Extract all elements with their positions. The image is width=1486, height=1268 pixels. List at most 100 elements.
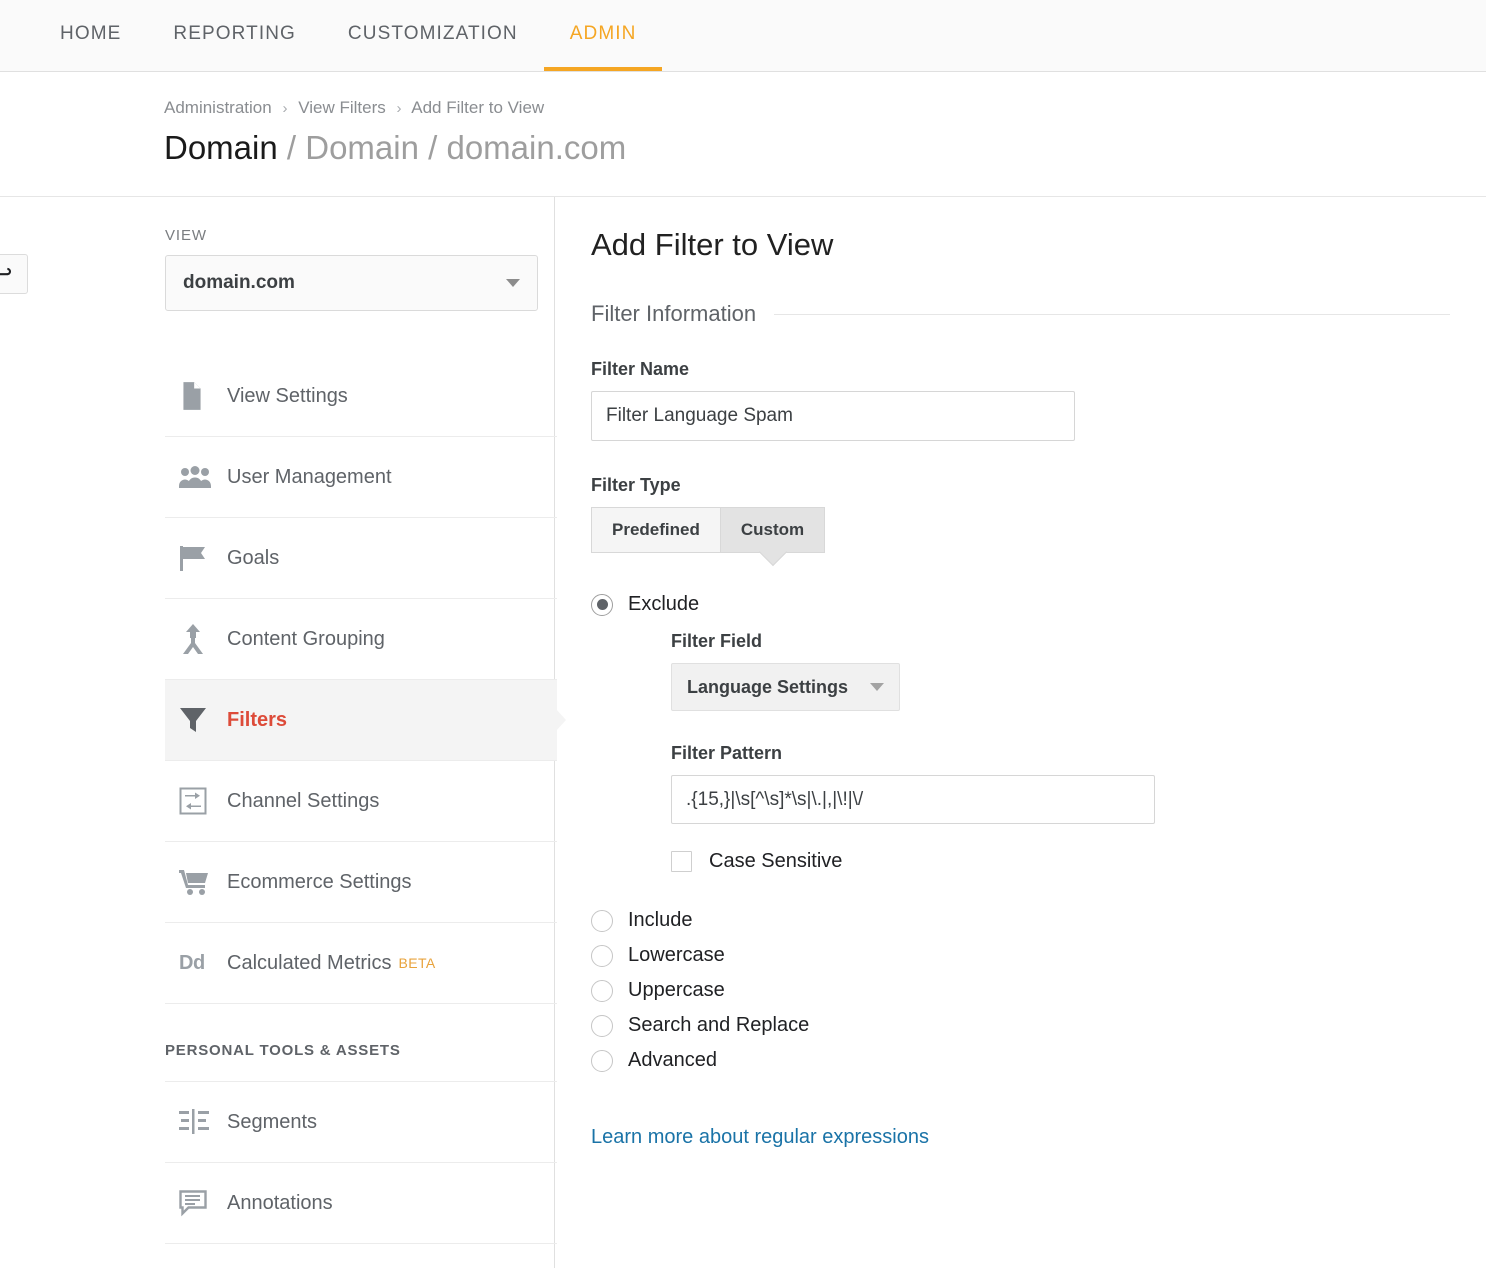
dd-icon: Dd (179, 952, 227, 975)
sidebar-item-view-settings[interactable]: View Settings (165, 356, 557, 437)
page-title-sep-2: / (428, 129, 437, 166)
nav-tab-reporting-label: REPORTING (173, 23, 296, 45)
sidebar-item-label: View Settings (227, 385, 348, 408)
radio-advanced-label: Advanced (628, 1049, 717, 1072)
radio-lowercase-label: Lowercase (628, 944, 725, 967)
sidebar-item-label: Ecommerce Settings (227, 871, 412, 894)
content-grouping-icon (179, 624, 227, 654)
nav-tab-customization-label: CUSTOMIZATION (348, 23, 518, 45)
breadcrumb-item-view-filters[interactable]: View Filters (298, 98, 386, 117)
radio-uppercase-indicator (591, 980, 613, 1002)
case-sensitive-checkbox[interactable] (671, 851, 692, 872)
sidebar-item-ecommerce-settings[interactable]: Ecommerce Settings (165, 842, 557, 923)
learn-more-regex-link[interactable]: Learn more about regular expressions (591, 1126, 929, 1149)
filter-field-value: Language Settings (687, 677, 848, 698)
sidebar-item-content-grouping[interactable]: Content Grouping (165, 599, 557, 680)
view-select-value: domain.com (183, 272, 295, 294)
segments-icon (179, 1109, 227, 1135)
filter-type-label: Filter Type (591, 475, 1486, 496)
sidebar-item-label: Annotations (227, 1192, 333, 1215)
beta-badge: BETA (399, 955, 436, 971)
breadcrumb: Administration › View Filters › Add Filt… (164, 98, 1486, 118)
page-title: Domain / Domain / domain.com (164, 128, 1486, 168)
filter-name-input[interactable] (591, 391, 1075, 441)
case-sensitive-checkbox-row[interactable]: Case Sensitive (671, 850, 1486, 873)
filter-pattern-input[interactable] (671, 775, 1155, 824)
left-rail: ↩ (0, 197, 92, 1268)
nav-tab-customization[interactable]: CUSTOMIZATION (322, 0, 544, 71)
filter-pattern-label: Filter Pattern (671, 743, 1486, 764)
radio-search-and-replace-label: Search and Replace (628, 1014, 809, 1037)
radio-search-and-replace-indicator (591, 1015, 613, 1037)
admin-menu-list: View Settings User Management Goals (165, 356, 557, 1244)
funnel-icon (179, 706, 227, 734)
radio-include-indicator (591, 910, 613, 932)
sidebar-item-annotations[interactable]: Annotations (165, 1163, 557, 1244)
sidebar-item-label: Calculated Metrics (227, 952, 392, 975)
back-arrow-icon[interactable]: ↩ (0, 254, 28, 294)
radio-uppercase-label: Uppercase (628, 979, 725, 1002)
sidebar-item-goals[interactable]: Goals (165, 518, 557, 599)
nav-tab-reporting[interactable]: REPORTING (147, 0, 322, 71)
nav-tab-admin-label: ADMIN (570, 23, 637, 45)
sidebar-item-label: Filters (227, 709, 287, 732)
nav-tab-home-label: HOME (60, 23, 121, 45)
radio-option-advanced[interactable]: Advanced (591, 1049, 1486, 1072)
sidebar-item-label: Content Grouping (227, 628, 385, 651)
sidebar-item-user-management[interactable]: User Management (165, 437, 557, 518)
sidebar-item-label: User Management (227, 466, 392, 489)
tab-custom[interactable]: Custom (721, 507, 825, 553)
top-navigation-bar: HOME REPORTING CUSTOMIZATION ADMIN (0, 0, 1486, 72)
shopping-cart-icon (179, 868, 227, 896)
chevron-down-icon (506, 279, 520, 287)
section-divider (774, 314, 1450, 315)
radio-option-exclude[interactable]: Exclude (591, 593, 1486, 616)
case-sensitive-label: Case Sensitive (709, 850, 842, 873)
main-content-panel: Add Filter to View Filter Information Fi… (555, 197, 1486, 1268)
sidebar-item-label: Goals (227, 547, 279, 570)
radio-option-uppercase[interactable]: Uppercase (591, 979, 1486, 1002)
radio-lowercase-indicator (591, 945, 613, 967)
main-page-title: Add Filter to View (591, 227, 1486, 263)
tab-predefined[interactable]: Predefined (591, 507, 721, 553)
nav-tab-admin[interactable]: ADMIN (544, 0, 663, 71)
sidebar-item-segments[interactable]: Segments (165, 1082, 557, 1163)
page-title-property: Domain (305, 129, 419, 166)
admin-sidebar: VIEW domain.com View Settings User Manag… (92, 197, 555, 1268)
tab-custom-label: Custom (741, 520, 804, 540)
annotation-icon (179, 1189, 227, 1217)
sidebar-item-filters[interactable]: Filters (165, 680, 557, 761)
radio-advanced-indicator (591, 1050, 613, 1072)
nav-tab-home[interactable]: HOME (34, 0, 147, 71)
filter-information-section-header: Filter Information (591, 301, 1486, 327)
document-icon (179, 381, 227, 411)
filter-field-dropdown[interactable]: Language Settings (671, 663, 900, 711)
breadcrumb-item-add-filter-to-view[interactable]: Add Filter to View (411, 98, 544, 117)
breadcrumb-separator-icon: › (396, 100, 401, 117)
exclude-options-group: Filter Field Language Settings Filter Pa… (591, 631, 1486, 873)
sidebar-item-label: Channel Settings (227, 790, 379, 813)
back-arrow-glyph: ↩ (0, 262, 12, 287)
breadcrumb-item-administration[interactable]: Administration (164, 98, 272, 117)
channel-settings-icon (179, 787, 227, 815)
chevron-down-icon (870, 683, 884, 691)
radio-option-search-and-replace[interactable]: Search and Replace (591, 1014, 1486, 1037)
people-icon (179, 466, 227, 488)
breadcrumb-separator-icon: › (282, 100, 287, 117)
radio-exclude-indicator (591, 594, 613, 616)
page-body: ↩ VIEW domain.com View Settings User Man… (0, 197, 1486, 1268)
radio-option-include[interactable]: Include (591, 909, 1486, 932)
tab-predefined-label: Predefined (612, 520, 700, 540)
view-select-dropdown[interactable]: domain.com (165, 255, 538, 311)
filter-information-label: Filter Information (591, 301, 756, 327)
sidebar-item-calculated-metrics[interactable]: Dd Calculated Metrics BETA (165, 923, 557, 1004)
radio-exclude-label: Exclude (628, 593, 699, 616)
filter-field-label: Filter Field (671, 631, 1486, 652)
sidebar-section-personal-tools: PERSONAL TOOLS & ASSETS (165, 1042, 557, 1082)
page-title-sep-1: / (287, 129, 296, 166)
sidebar-item-channel-settings[interactable]: Channel Settings (165, 761, 557, 842)
radio-option-lowercase[interactable]: Lowercase (591, 944, 1486, 967)
sidebar-item-label: Segments (227, 1111, 317, 1134)
view-section-label: VIEW (165, 227, 554, 244)
page-header: Administration › View Filters › Add Filt… (0, 72, 1486, 197)
